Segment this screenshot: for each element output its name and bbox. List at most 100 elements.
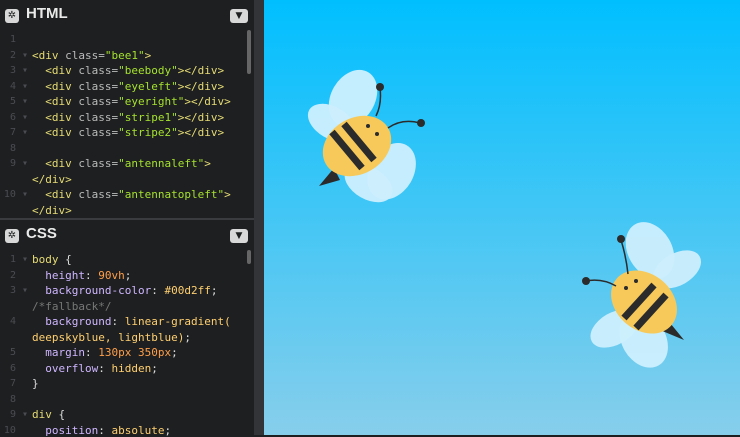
line-number: 6 — [0, 361, 28, 376]
code-token: <div — [32, 95, 72, 108]
code-token: class= — [72, 80, 118, 93]
editor-column: ✲ HTML ▼ 1 2 ▾<div class="bee1">3 ▾ <div… — [0, 0, 254, 435]
line-number: 7 — [0, 376, 28, 391]
code-line: 7 ▾ <div class="stripe2"></div> — [0, 125, 250, 140]
code-text: </div> — [32, 172, 72, 187]
code-token: "bee1" — [105, 49, 145, 62]
code-token: 90vh — [98, 269, 125, 282]
code-token: <div — [32, 80, 72, 93]
css-panel-title: CSS — [26, 225, 57, 242]
code-line: 6 ▾ <div class="stripe1"></div> — [0, 110, 250, 125]
code-token: class= — [59, 49, 105, 62]
code-token: : — [85, 346, 98, 359]
bee-scene — [264, 0, 740, 435]
code-text: height: 90vh; — [32, 268, 131, 283]
code-text: } — [32, 376, 39, 391]
code-token: > — [224, 188, 231, 201]
code-line: 4 ▾ <div class="eyeleft"></div> — [0, 79, 250, 94]
bee-1-antenna-tip-left — [376, 83, 384, 91]
bee-1-eye-left — [366, 124, 370, 128]
code-line: 3 ▾ <div class="beebody"></div> — [0, 63, 250, 78]
html-editor-panel: ✲ HTML ▼ 1 2 ▾<div class="bee1">3 ▾ <div… — [0, 0, 254, 216]
code-token: background — [32, 315, 111, 328]
code-token: </div> — [32, 204, 72, 217]
code-token: <div — [32, 126, 72, 139]
code-token: { — [59, 253, 72, 266]
code-token: <div — [32, 49, 59, 62]
code-token: <div — [32, 64, 72, 77]
code-text: background: linear-gradient( — [32, 314, 231, 329]
code-token: background-color — [32, 284, 151, 297]
html-panel-header: ✲ HTML ▼ — [0, 0, 254, 30]
line-number: 4 — [0, 314, 28, 329]
code-text: <div class="antennaleft"> — [32, 156, 211, 171]
line-number: 2 — [0, 268, 28, 283]
code-token: /*fallback*/ — [32, 300, 111, 313]
code-text: <div class="eyeleft"></div> — [32, 79, 224, 94]
gear-icon[interactable]: ✲ — [5, 9, 19, 23]
code-token: : — [85, 269, 98, 282]
code-token: </div> — [32, 173, 72, 186]
bee-2-antenna-tip-left — [582, 277, 590, 285]
panel-resize-divider[interactable] — [254, 0, 264, 435]
code-token: class= — [72, 157, 118, 170]
code-text: overflow: hidden; — [32, 361, 158, 376]
code-token: "beebody" — [118, 64, 178, 77]
code-token: class= — [72, 111, 118, 124]
bee-2-antenna-tip-top — [617, 235, 625, 243]
line-number: 10 ▾ — [0, 187, 28, 202]
code-line: 10 ▾ <div class="antennatopleft"> — [0, 187, 250, 202]
html-code-editor[interactable]: 1 2 ▾<div class="bee1">3 ▾ <div class="b… — [0, 30, 254, 216]
line-number: 9 ▾ — [0, 407, 28, 422]
code-text: <div class="antennatopleft"> — [32, 187, 231, 202]
code-token: : — [98, 362, 111, 375]
line-number: 1 — [0, 32, 28, 47]
code-line: 2 ▾ <div class="bee1"> — [0, 48, 250, 63]
code-line: deepskyblue, lightblue); — [0, 330, 250, 345]
line-number: 8 — [0, 392, 28, 407]
code-token: 130px 350px — [98, 346, 171, 359]
code-token: body — [32, 253, 59, 266]
line-number: 2 ▾ — [0, 48, 28, 63]
code-token: <div — [32, 188, 72, 201]
css-code-editor[interactable]: 1 ▾body {2 height: 90vh;3 ▾ background-c… — [0, 250, 254, 437]
code-token: { — [52, 408, 65, 421]
code-token: ></div> — [184, 95, 230, 108]
bee-2-eye-left — [624, 286, 628, 290]
code-token: ></div> — [178, 64, 224, 77]
code-line: 2 height: 90vh; — [0, 268, 250, 283]
gear-icon[interactable]: ✲ — [5, 229, 19, 243]
code-token: } — [32, 377, 39, 390]
code-token: ; — [125, 269, 132, 282]
code-token: > — [145, 49, 152, 62]
code-line: </div> — [0, 172, 250, 187]
chevron-down-icon[interactable]: ▼ — [230, 229, 248, 243]
code-token: #00d2ff — [164, 284, 210, 297]
code-text: /*fallback*/ — [32, 299, 111, 314]
code-line: 1 — [0, 32, 250, 47]
code-line: 3 ▾ background-color: #00d2ff; — [0, 283, 250, 298]
html-scrollbar[interactable] — [247, 30, 251, 74]
bee-2-antenna-left — [586, 280, 616, 286]
code-token: ; — [171, 346, 178, 359]
code-token: "stripe2" — [118, 126, 178, 139]
line-number: 1 ▾ — [0, 252, 28, 267]
code-token: class= — [72, 126, 118, 139]
css-editor-panel: ✲ CSS ▼ 1 ▾body {2 height: 90vh;3 ▾ back… — [0, 218, 254, 437]
code-token: ></div> — [178, 111, 224, 124]
chevron-down-icon[interactable]: ▼ — [230, 9, 248, 23]
code-token: linear-gradient( — [125, 315, 231, 328]
code-text: <div class="eyeright"></div> — [32, 94, 231, 109]
code-token: class= — [72, 188, 118, 201]
code-line: 5 margin: 130px 350px; — [0, 345, 250, 360]
line-number: 3 ▾ — [0, 283, 28, 298]
css-scrollbar[interactable] — [247, 250, 251, 264]
code-text: body { — [32, 252, 72, 267]
bee-1-antenna-right — [388, 121, 420, 128]
code-token: <div — [32, 157, 72, 170]
code-line: 8 — [0, 141, 250, 156]
css-panel-header: ✲ CSS ▼ — [0, 220, 254, 250]
code-token: class= — [72, 95, 118, 108]
code-token: : — [111, 315, 124, 328]
line-number: 6 ▾ — [0, 110, 28, 125]
